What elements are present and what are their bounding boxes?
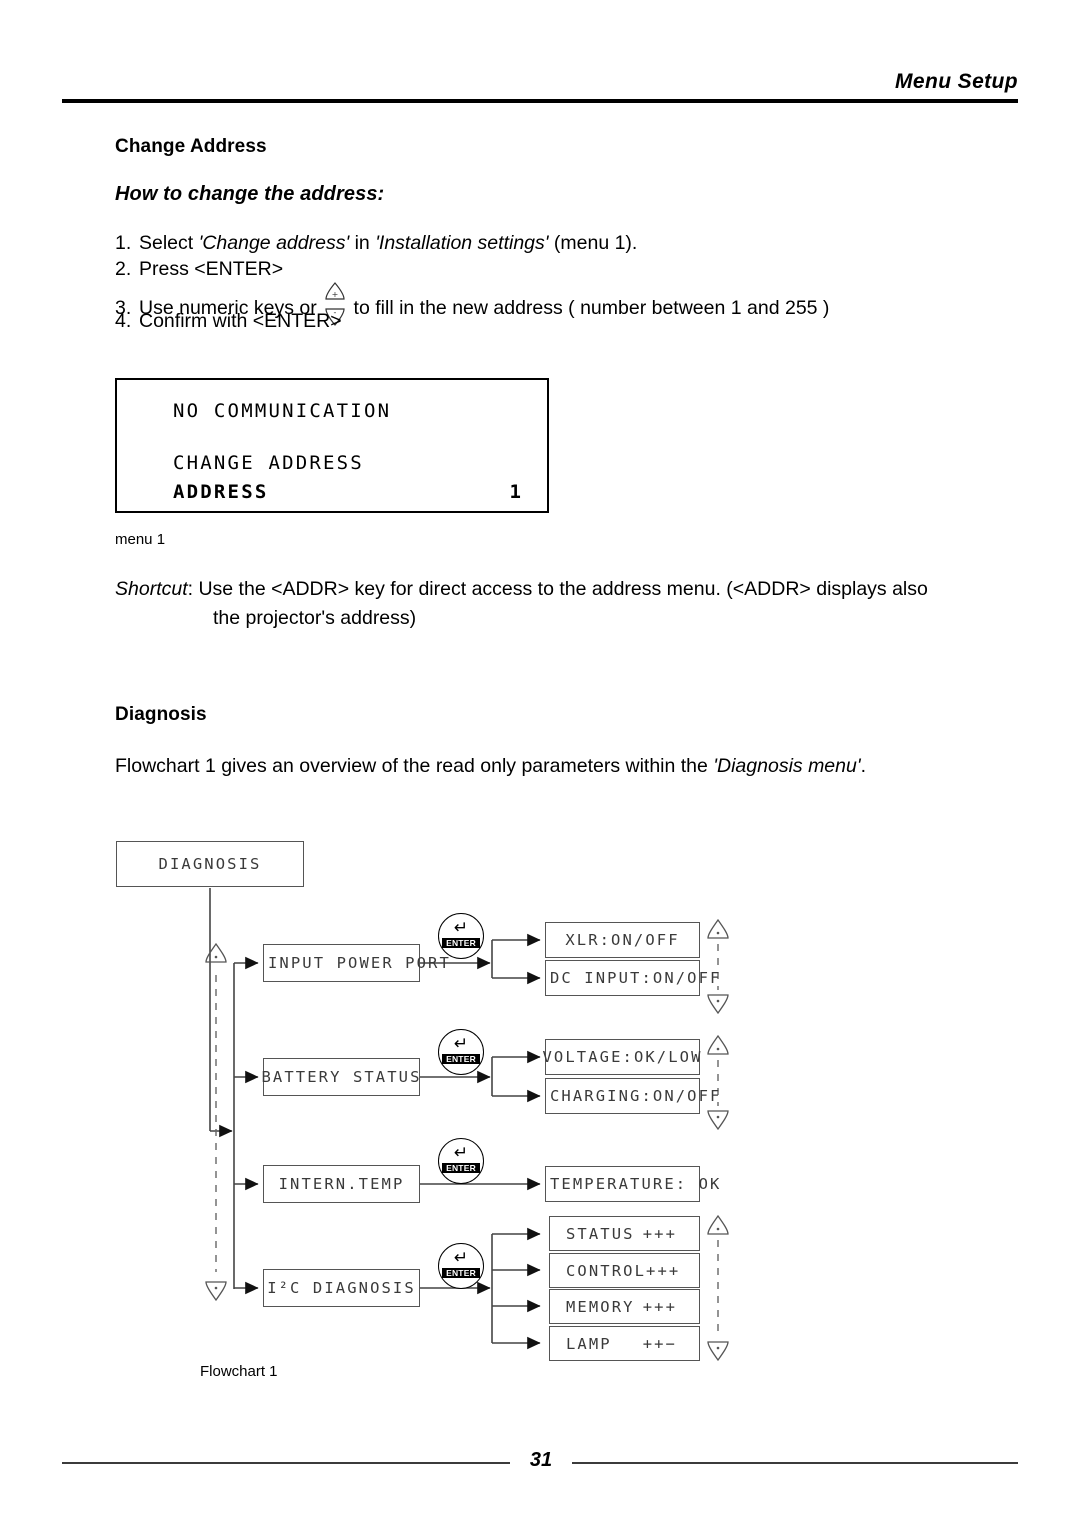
flow-leaf-control-value: +++ <box>646 1261 681 1280</box>
document-page: Menu Setup Change Address How to change … <box>0 0 1080 1533</box>
flow-leaf-temperature: TEMPERATURE: OK <box>545 1166 719 1202</box>
enter-key-label: ENTER <box>442 938 480 948</box>
enter-key-icon-3[interactable]: ↵ ENTER <box>438 1138 484 1184</box>
flow-leaf-control-label: CONTROL <box>566 1261 647 1280</box>
flow-leaf-dc-input: DC INPUT:ON/OFF <box>545 960 719 996</box>
enter-key-label: ENTER <box>442 1054 480 1064</box>
enter-key-label: ENTER <box>442 1163 480 1173</box>
enter-key-icon-1[interactable]: ↵ ENTER <box>438 913 484 959</box>
flowchart-caption: Flowchart 1 <box>200 1363 278 1380</box>
flow-leaf-memory-label: MEMORY <box>566 1297 635 1316</box>
enter-arrow-glyph: ↵ <box>453 1034 469 1054</box>
page-number: 31 <box>529 1449 553 1471</box>
flow-leaf-xlr: XLR:ON/OFF <box>545 922 700 958</box>
enter-arrow-glyph: ↵ <box>453 1248 469 1268</box>
flow-leaf-voltage: VOLTAGE:OK/LOW <box>542 1039 700 1075</box>
flow-leaf-memory-value: +++ <box>642 1297 677 1316</box>
enter-arrow-glyph: ↵ <box>453 918 469 938</box>
flow-leaf-lamp-label: LAMP <box>566 1334 612 1353</box>
flow-node-i2c-diagnosis: I²C DIAGNOSIS <box>263 1269 420 1307</box>
footer-rule-left <box>62 1462 510 1464</box>
flow-leaf-charging: CHARGING:ON/OFF <box>545 1078 719 1114</box>
flow-leaf-lamp-value: ++− <box>642 1334 677 1353</box>
flowchart-connectors <box>205 888 729 1362</box>
diagnosis-flowchart: DIAGNOSIS INPUT POWER PORT BATTERY STATU… <box>0 0 1080 1533</box>
flow-node-battery-status: BATTERY STATUS <box>261 1058 420 1096</box>
enter-key-label: ENTER <box>442 1268 480 1278</box>
flow-leaf-status-label: STATUS <box>566 1224 635 1243</box>
flow-leaf-memory: MEMORY +++ <box>549 1289 700 1324</box>
flow-leaf-lamp: LAMP ++− <box>549 1326 700 1361</box>
flow-node-intern-temp: INTERN.TEMP <box>263 1165 420 1203</box>
enter-key-icon-4[interactable]: ↵ ENTER <box>438 1243 484 1289</box>
flow-node-diagnosis: DIAGNOSIS <box>116 841 304 887</box>
flow-leaf-status: STATUS +++ <box>549 1216 700 1251</box>
footer-rule-right <box>572 1462 1018 1464</box>
flow-leaf-status-value: +++ <box>642 1224 677 1243</box>
flow-leaf-control: CONTROL +++ <box>549 1253 700 1288</box>
enter-key-icon-2[interactable]: ↵ ENTER <box>438 1029 484 1075</box>
flow-node-input-power-port: INPUT POWER PORT <box>263 944 449 982</box>
enter-arrow-glyph: ↵ <box>453 1143 469 1163</box>
